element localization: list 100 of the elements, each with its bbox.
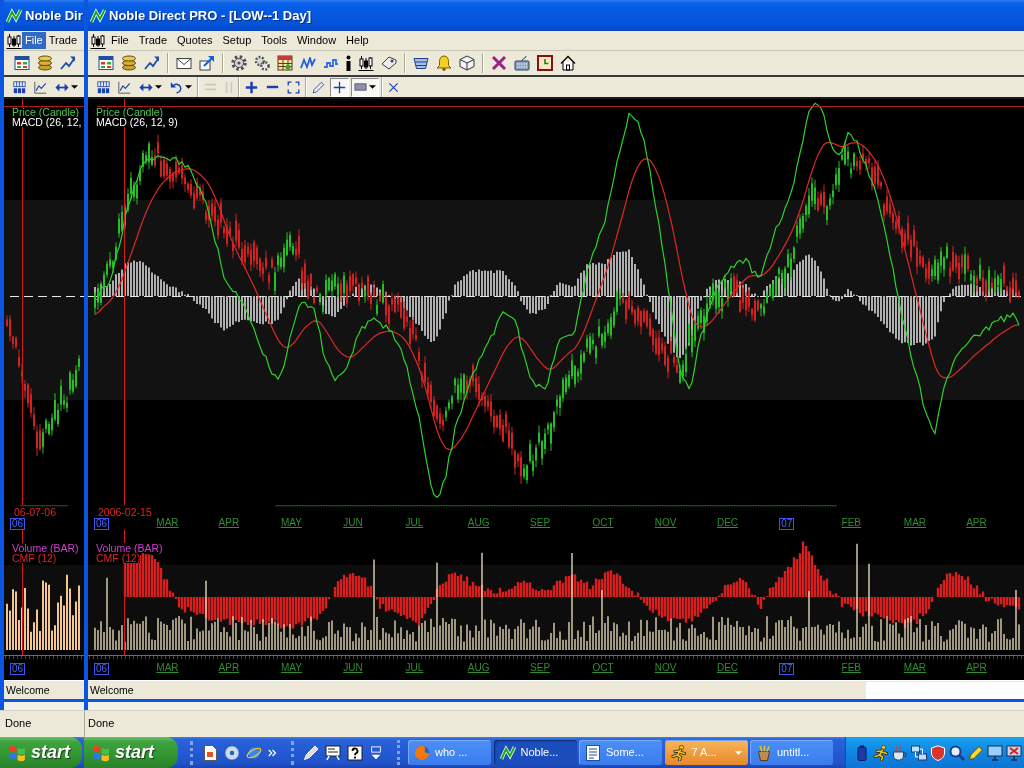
year-label: 07: [779, 663, 795, 675]
band-button[interactable]: [351, 77, 379, 97]
band-icon: [354, 83, 367, 91]
month-label: APR: [966, 663, 987, 675]
menu-item[interactable]: Trade: [133, 32, 173, 49]
pencil-icon: [312, 80, 325, 94]
month-label: NOV: [654, 663, 677, 675]
undo-arrow-icon: [170, 80, 183, 94]
battery-icon[interactable]: [854, 744, 870, 761]
candlestick-icon[interactable]: [90, 32, 106, 49]
menu-item[interactable]: Quotes: [172, 32, 218, 49]
search-icon[interactable]: [949, 744, 965, 761]
caret-icon: [155, 85, 162, 89]
chevron-icon[interactable]: [268, 748, 277, 757]
house-icon[interactable]: [560, 55, 576, 71]
document-icon: [585, 744, 601, 761]
monitor-cross-icon[interactable]: [1006, 744, 1022, 761]
series-label: Volume (BAR): [12, 543, 79, 553]
trend-arrow-icon[interactable]: [60, 55, 76, 71]
cursor-date: 2006-02-15: [98, 508, 152, 517]
brush-cup-icon: [756, 744, 772, 761]
help-icon[interactable]: [347, 744, 363, 761]
series-label: Price (Candle): [12, 107, 80, 117]
double-arrow-icon: [139, 82, 153, 92]
status-text: Done: [88, 717, 115, 731]
cross-icon[interactable]: [491, 55, 507, 71]
candlestick-icon[interactable]: [6, 32, 22, 49]
zigzag-icon: [499, 744, 516, 761]
zigzag-icon: [6, 7, 22, 24]
box-arrow-icon[interactable]: [199, 55, 215, 71]
status-text: Done: [5, 717, 32, 731]
tag-icon[interactable]: [381, 55, 397, 71]
gears-icon[interactable]: [254, 55, 270, 71]
disc-icon[interactable]: [224, 744, 240, 761]
network-icon[interactable]: [911, 744, 927, 761]
menu-item[interactable]: Setup: [217, 32, 257, 49]
window-title: Noble Direct PRO - [LOW--1 Day]: [109, 7, 311, 24]
zigzag-icon: [90, 7, 106, 24]
info-icon[interactable]: [346, 55, 351, 71]
double-arrow-icon: [55, 82, 69, 92]
month-label: OCT: [592, 663, 614, 675]
step-line-icon[interactable]: [323, 58, 339, 68]
envelope-icon[interactable]: [176, 57, 192, 69]
menu-item[interactable]: Tools: [256, 32, 292, 49]
pause-icon: [225, 80, 233, 94]
spreadsheet-icon[interactable]: [277, 55, 293, 71]
document-icon[interactable]: [202, 744, 218, 761]
month-label: AUG: [467, 663, 490, 675]
dropdown-icon[interactable]: [369, 745, 383, 760]
month-label: APR: [218, 518, 240, 530]
taskbar-button[interactable]: Noble...: [493, 740, 577, 765]
runner-icon[interactable]: [873, 744, 889, 761]
clock-icon[interactable]: [537, 55, 553, 71]
taskbar-button[interactable]: who ...: [408, 740, 491, 765]
gear-icon[interactable]: [231, 55, 247, 71]
month-label: SEP: [530, 518, 551, 530]
taskbar-button[interactable]: Some...: [579, 740, 662, 765]
cube-icon[interactable]: [459, 55, 475, 71]
month-label: JUN: [343, 518, 363, 530]
window-icon[interactable]: [14, 55, 30, 71]
month-label: APR: [218, 663, 240, 675]
trend-arrow-icon[interactable]: [144, 55, 160, 71]
monitor-icon[interactable]: [987, 744, 1003, 761]
zigzag-icon[interactable]: [300, 57, 316, 69]
easel-icon[interactable]: [325, 744, 341, 761]
month-label: MAR: [156, 663, 179, 675]
start-button[interactable]: start: [0, 737, 82, 768]
globe-icon: [414, 744, 430, 761]
window-icon[interactable]: [98, 55, 114, 71]
menu-item[interactable]: File: [22, 32, 46, 49]
coins-icon[interactable]: [121, 55, 137, 71]
month-label: DEC: [716, 663, 739, 675]
taskbar-button[interactable]: untitl...: [750, 740, 833, 765]
year-label: 06: [94, 663, 110, 675]
pen-icon[interactable]: [303, 744, 319, 761]
line-chart-icon: [34, 80, 47, 94]
pencil-icon[interactable]: [968, 744, 984, 761]
candlestick-icon[interactable]: [358, 55, 374, 71]
crosshair-button[interactable]: [330, 77, 349, 97]
menu-item[interactable]: Trade: [45, 32, 81, 49]
month-label: DEC: [716, 518, 739, 530]
month-label: FEB: [841, 663, 861, 675]
shield-icon[interactable]: [930, 744, 946, 761]
scrollbar[interactable]: [4, 699, 84, 710]
month-label: MAY: [280, 663, 302, 675]
cup-icon[interactable]: [892, 744, 908, 761]
expand-icon: [287, 80, 300, 94]
menu-item[interactable]: File: [106, 32, 134, 49]
runner-icon: [670, 744, 687, 761]
coins-icon[interactable]: [37, 55, 53, 71]
basket-icon[interactable]: [413, 57, 429, 69]
menu-item[interactable]: Window: [291, 32, 342, 49]
menu-item[interactable]: Help: [341, 32, 374, 49]
flag-icon: [8, 743, 26, 762]
scrollbar[interactable]: [88, 699, 1024, 710]
keyboard-icon[interactable]: [514, 55, 530, 71]
start-button[interactable]: start: [84, 737, 178, 768]
bell-icon[interactable]: [436, 55, 452, 71]
year-label: 06: [10, 663, 26, 675]
crosshair-icon: [333, 80, 346, 94]
